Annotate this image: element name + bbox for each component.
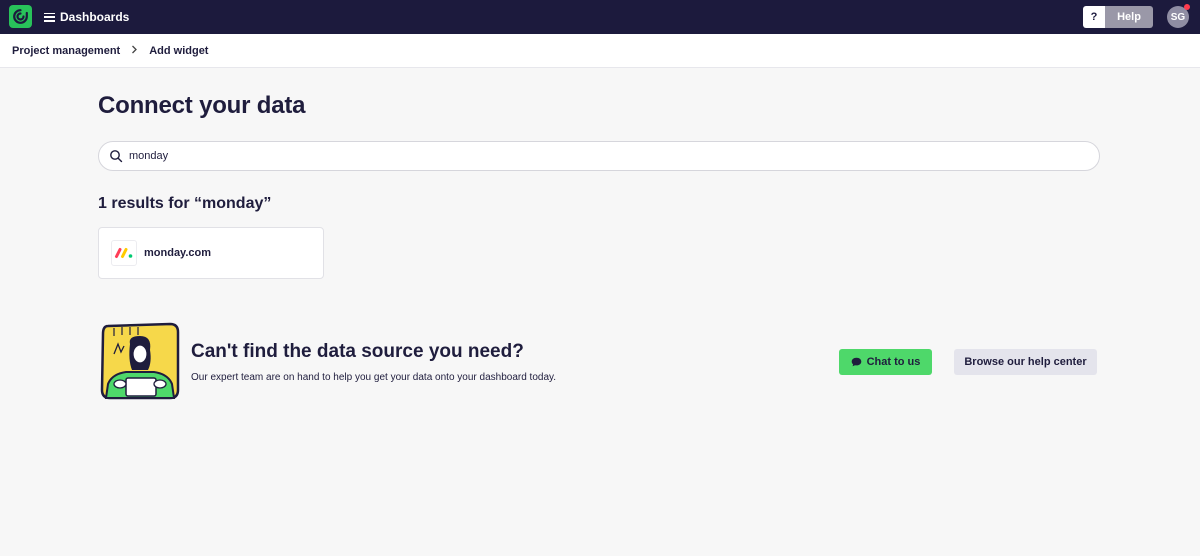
search-box[interactable] [98,141,1100,171]
notification-dot [1184,4,1190,10]
result-card-monday[interactable]: monday.com [98,227,324,279]
hamburger-icon [44,12,55,22]
help-question-icon[interactable]: ? [1083,6,1105,28]
breadcrumb: Project management Add widget [0,34,1200,68]
page-title: Connect your data [98,92,306,119]
search-input[interactable] [129,150,1029,162]
help-button[interactable]: ? Help [1083,6,1153,28]
app-logo-icon[interactable] [9,5,32,28]
cta-title: Can't find the data source you need? [191,341,524,362]
dashboards-menu-button[interactable]: Dashboards [44,8,129,26]
support-person-illustration-icon [100,322,180,400]
result-name: monday.com [144,247,212,259]
dashboards-menu-label: Dashboards [60,10,130,24]
results-heading: 1 results for “monday” [98,195,272,212]
help-label[interactable]: Help [1105,6,1153,28]
monday-logo-icon [111,240,137,266]
top-navigation-bar: Dashboards ? Help SG [0,0,1200,34]
breadcrumb-item-add-widget: Add widget [149,44,209,57]
search-icon [110,150,123,163]
browse-help-center-button[interactable]: Browse our help center [954,349,1097,375]
breadcrumb-item-project-management[interactable]: Project management [12,45,120,57]
chat-to-us-button[interactable]: Chat to us [839,349,932,375]
chat-to-us-label: Chat to us [866,356,921,368]
cta-subtitle: Our expert team are on hand to help you … [191,372,557,383]
chevron-right-icon [131,45,138,57]
chat-bubble-icon [851,357,861,367]
